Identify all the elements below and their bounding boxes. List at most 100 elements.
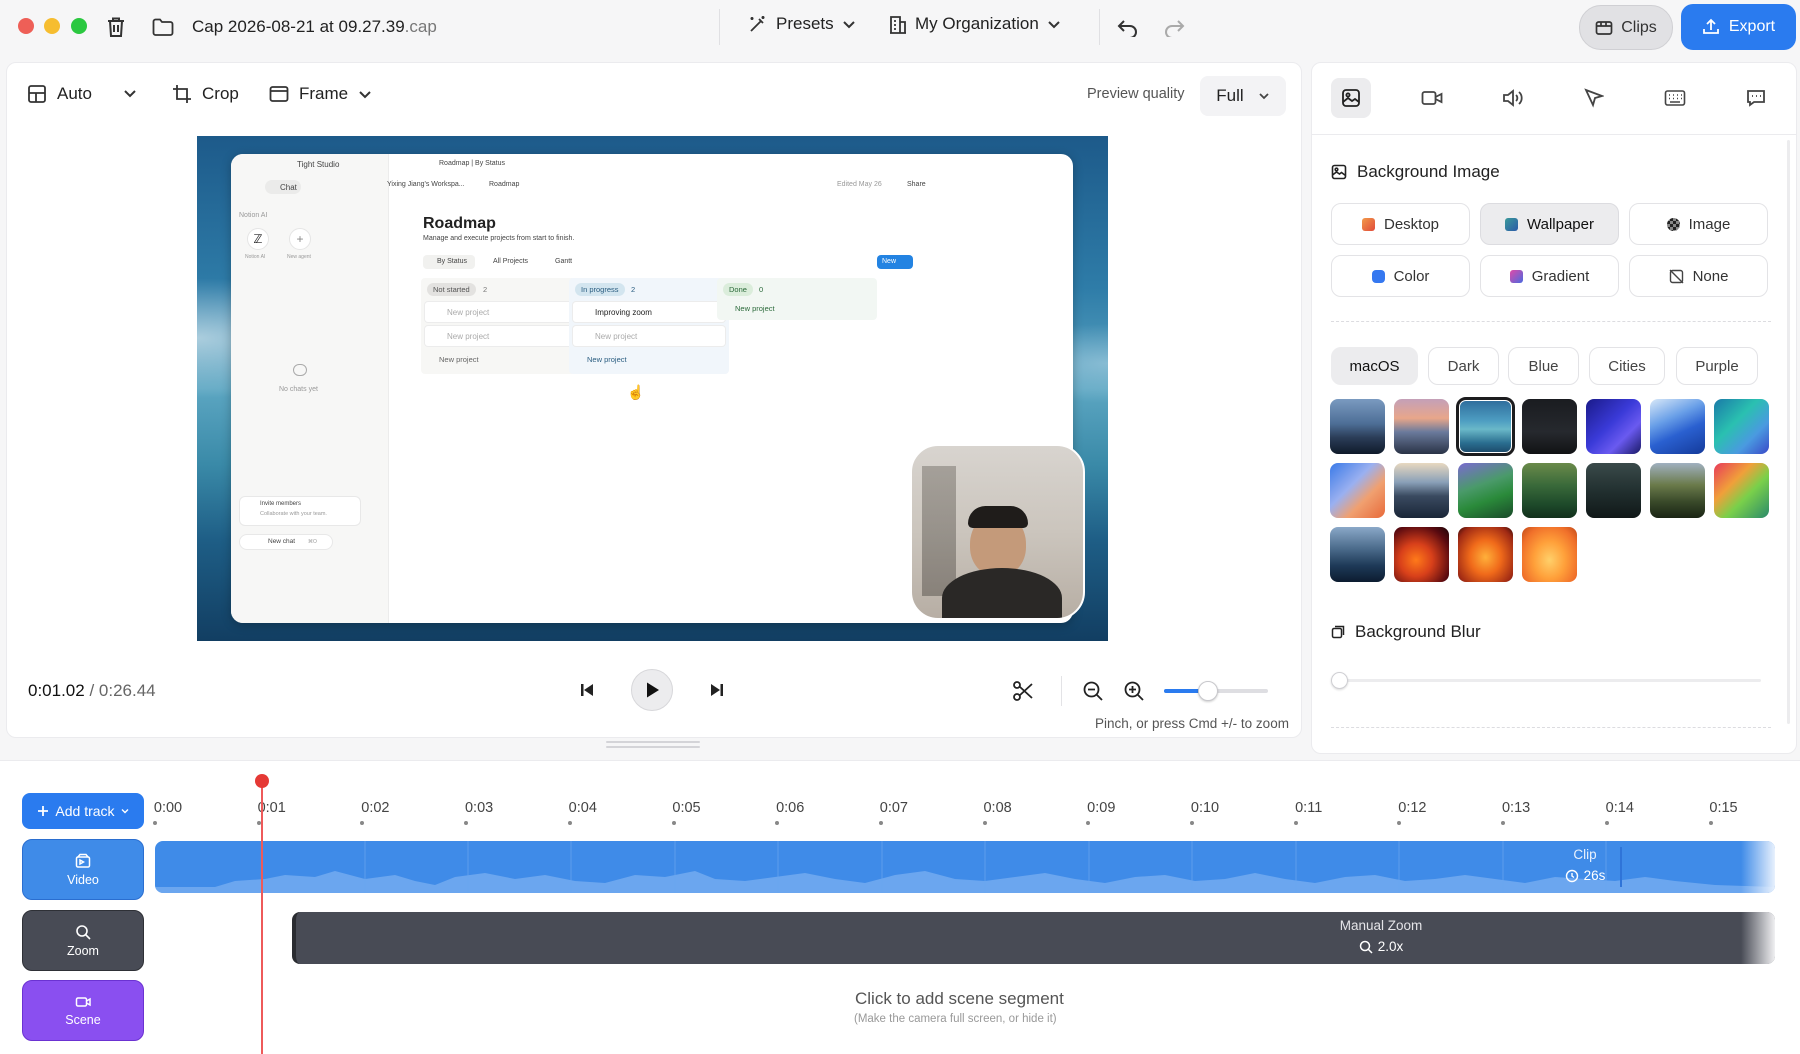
resize-handle[interactable] bbox=[606, 746, 700, 748]
zoom-hint: Pinch, or press Cmd +/- to zoom bbox=[1095, 716, 1289, 731]
wallpaper-thumbnail[interactable] bbox=[1650, 399, 1705, 454]
ruler-tick-label: 0:06 bbox=[776, 800, 805, 816]
wallpaper-thumbnail[interactable] bbox=[1650, 463, 1705, 518]
undo-icon[interactable] bbox=[1114, 13, 1142, 41]
view-tab: By Status bbox=[437, 258, 467, 265]
video-preview[interactable]: Tight Studio Chat Notion AI ℤ + Notion A… bbox=[197, 136, 1108, 641]
camera-person-body bbox=[942, 568, 1062, 618]
wallpaper-thumbnail[interactable] bbox=[1714, 463, 1769, 518]
crop-icon bbox=[172, 84, 192, 104]
trash-icon[interactable] bbox=[104, 14, 128, 40]
bg-type-none[interactable]: None bbox=[1629, 255, 1768, 297]
category-macos[interactable]: macOS bbox=[1331, 347, 1418, 385]
play-button[interactable] bbox=[631, 669, 673, 711]
tab-captions[interactable] bbox=[1736, 78, 1776, 118]
track-zoom[interactable]: Zoom bbox=[22, 910, 144, 971]
frame-button[interactable]: Frame bbox=[269, 84, 372, 104]
category-cities[interactable]: Cities bbox=[1589, 347, 1665, 385]
zoom-out-icon[interactable] bbox=[1080, 678, 1106, 704]
bg-type-color[interactable]: Color bbox=[1331, 255, 1470, 297]
tab-background[interactable] bbox=[1331, 78, 1371, 118]
camera-overlay[interactable] bbox=[910, 444, 1085, 620]
export-button[interactable]: Export bbox=[1681, 4, 1796, 50]
page-description: Manage and execute projects from start t… bbox=[423, 235, 575, 242]
wallpaper-thumbnail[interactable] bbox=[1394, 463, 1449, 518]
organization-selector[interactable]: My Organization bbox=[889, 14, 1061, 34]
close-window-button[interactable] bbox=[18, 18, 34, 34]
clips-button[interactable]: Clips bbox=[1579, 5, 1673, 50]
zoom-in-icon[interactable] bbox=[1121, 678, 1147, 704]
redo-icon[interactable] bbox=[1160, 13, 1188, 41]
tab-cursor[interactable] bbox=[1574, 78, 1614, 118]
chat-bubble-icon bbox=[293, 364, 307, 376]
wallpaper-thumbnail[interactable] bbox=[1522, 527, 1577, 582]
crop-button[interactable]: Crop bbox=[172, 84, 239, 104]
playhead[interactable] bbox=[261, 787, 263, 1054]
wallpaper-thumbnail[interactable] bbox=[1586, 399, 1641, 454]
app-name: Tight Studio bbox=[297, 160, 340, 169]
bg-type-gradient[interactable]: Gradient bbox=[1480, 255, 1619, 297]
category-dark[interactable]: Dark bbox=[1428, 347, 1499, 385]
zoom-segment[interactable]: Manual Zoom 2.0x bbox=[292, 912, 1775, 964]
presets-button[interactable]: Presets bbox=[748, 14, 856, 34]
chevron-down-icon[interactable] bbox=[123, 88, 137, 98]
tab-keyboard[interactable] bbox=[1655, 78, 1695, 118]
minimize-window-button[interactable] bbox=[44, 18, 60, 34]
wallpaper-thumbnail[interactable] bbox=[1394, 399, 1449, 454]
divider bbox=[1312, 134, 1796, 135]
plus-icon bbox=[37, 805, 49, 817]
add-track-button[interactable]: Add track bbox=[22, 793, 144, 829]
share-label: Share bbox=[907, 181, 926, 188]
layout-grid-icon bbox=[27, 84, 47, 104]
ruler-tick-label: 0:09 bbox=[1087, 800, 1116, 816]
ruler-tick-mark bbox=[1604, 821, 1609, 825]
view-tab: All Projects bbox=[493, 258, 529, 265]
skip-forward-icon[interactable] bbox=[707, 680, 727, 700]
board-column: Done 0 New project bbox=[717, 278, 877, 320]
edited-label: Edited May 26 bbox=[837, 181, 882, 188]
bg-type-image[interactable]: Image bbox=[1629, 203, 1768, 245]
wallpaper-thumbnail-selected[interactable] bbox=[1456, 397, 1515, 456]
wallpaper-thumbnail[interactable] bbox=[1330, 463, 1385, 518]
category-purple[interactable]: Purple bbox=[1676, 347, 1758, 385]
wallpaper-thumbnail[interactable] bbox=[1522, 463, 1577, 518]
timeline-zoom-slider[interactable] bbox=[1164, 681, 1268, 701]
view-tab: Gantt bbox=[555, 258, 573, 265]
play-icon bbox=[644, 681, 660, 699]
wallpaper-thumbnail[interactable] bbox=[1458, 527, 1513, 582]
zoom-segment-value: 2.0x bbox=[1296, 939, 1466, 954]
wallpaper-thumbnail[interactable] bbox=[1394, 527, 1449, 582]
clip-label: Clip bbox=[1573, 847, 1597, 862]
blur-slider-knob[interactable] bbox=[1331, 672, 1348, 689]
scissors-icon[interactable] bbox=[1010, 678, 1036, 704]
layout-auto-button[interactable]: Auto bbox=[27, 84, 92, 104]
ruler-tick-label: 0:04 bbox=[568, 800, 597, 816]
blur-slider-track[interactable] bbox=[1331, 679, 1761, 682]
wallpaper-thumbnail[interactable] bbox=[1522, 399, 1577, 454]
bg-type-desktop[interactable]: Desktop bbox=[1331, 203, 1470, 245]
resize-handle[interactable] bbox=[606, 741, 700, 743]
image-swatch-icon bbox=[1666, 217, 1680, 231]
wallpaper-thumbnail[interactable] bbox=[1586, 463, 1641, 518]
wallpaper-thumbnail[interactable] bbox=[1330, 399, 1385, 454]
wallpaper-thumbnail[interactable] bbox=[1714, 399, 1769, 454]
keyboard-icon bbox=[1664, 89, 1686, 107]
panel-scrollbar[interactable] bbox=[1787, 140, 1790, 724]
track-scene[interactable]: Scene bbox=[22, 980, 144, 1041]
wallpaper-thumbnail[interactable] bbox=[1458, 463, 1513, 518]
clips-icon bbox=[1595, 20, 1613, 36]
track-video[interactable]: Video bbox=[22, 839, 144, 900]
category-blue[interactable]: Blue bbox=[1508, 347, 1579, 385]
slider-knob[interactable] bbox=[1197, 681, 1218, 701]
folder-icon[interactable] bbox=[150, 14, 176, 40]
maximize-window-button[interactable] bbox=[71, 18, 87, 34]
video-clip[interactable]: Clip 26s bbox=[155, 841, 1775, 893]
skip-back-icon[interactable] bbox=[577, 680, 597, 700]
wallpaper-thumbnail[interactable] bbox=[1330, 527, 1385, 582]
tab-camera[interactable] bbox=[1412, 78, 1452, 118]
tab-audio[interactable] bbox=[1493, 78, 1533, 118]
playhead-handle[interactable] bbox=[255, 774, 269, 788]
bg-type-wallpaper[interactable]: Wallpaper bbox=[1480, 203, 1619, 245]
preview-quality-select[interactable]: Full bbox=[1200, 76, 1286, 116]
ruler-tick-label: 0:02 bbox=[361, 800, 390, 816]
